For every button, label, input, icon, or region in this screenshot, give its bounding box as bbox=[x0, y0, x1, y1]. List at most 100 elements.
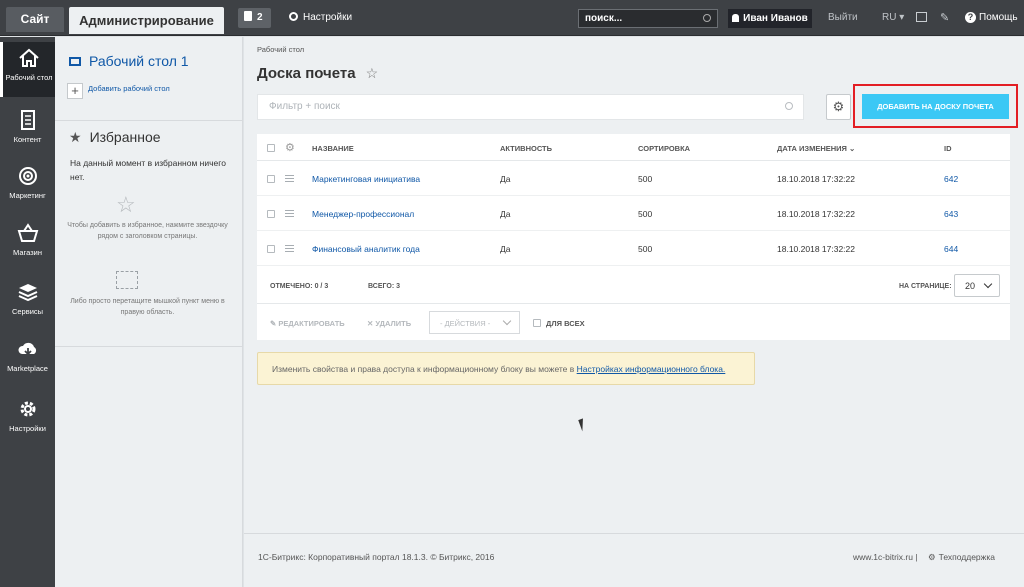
divider bbox=[55, 346, 243, 347]
favorite-star-icon[interactable]: ☆ bbox=[366, 65, 379, 81]
per-page-select[interactable]: 20 bbox=[954, 274, 1000, 297]
nav-item-settings[interactable]: Настройки bbox=[0, 399, 55, 433]
search-icon[interactable] bbox=[703, 14, 711, 22]
per-page-value: 20 bbox=[965, 281, 976, 291]
nav-item-shop[interactable]: Магазин bbox=[0, 223, 55, 257]
notifications-button[interactable]: 2 bbox=[238, 8, 271, 28]
help-link[interactable]: ? Помощь bbox=[965, 12, 1018, 23]
for-all-checkbox[interactable]: ДЛЯ ВСЕХ bbox=[533, 319, 585, 328]
user-name: Иван Иванов bbox=[743, 13, 808, 24]
favorites-hint-star: Чтобы добавить в избранное, нажмите звез… bbox=[67, 222, 228, 240]
total-label: ВСЕГО: bbox=[368, 283, 395, 290]
column-sort[interactable]: СОРТИРОВКА bbox=[638, 144, 690, 153]
row-checkbox[interactable] bbox=[267, 175, 275, 183]
tab-admin[interactable]: Администрирование bbox=[69, 7, 224, 34]
edit-label: РЕДАКТИРОВАТЬ bbox=[278, 319, 345, 328]
grid-settings-button[interactable]: ⚙ bbox=[826, 94, 851, 120]
page-title-text: Доска почета bbox=[257, 65, 356, 82]
row-menu-icon[interactable] bbox=[285, 245, 294, 252]
row-sort: 500 bbox=[638, 244, 653, 254]
monitor-icon bbox=[69, 57, 81, 66]
drag-icon bbox=[116, 271, 138, 289]
row-name[interactable]: Маркетинговая инициатива bbox=[312, 174, 420, 184]
row-checkbox[interactable] bbox=[267, 210, 275, 218]
row-id[interactable]: 644 bbox=[944, 244, 958, 254]
gear-icon[interactable]: ⚙ bbox=[285, 141, 295, 154]
nav-label-settings: Настройки bbox=[9, 424, 46, 433]
column-id[interactable]: ID bbox=[944, 144, 952, 153]
window-icon[interactable] bbox=[916, 12, 927, 22]
search-icon[interactable] bbox=[785, 102, 793, 110]
per-page-label: НА СТРАНИЦЕ: bbox=[899, 283, 952, 290]
top-bar: Сайт Администрирование 2 Настройки поиск… bbox=[0, 0, 1024, 36]
column-name[interactable]: НАЗВАНИЕ bbox=[312, 144, 354, 153]
add-to-board-button[interactable]: ДОБАВИТЬ НА ДОСКУ ПОЧЕТА bbox=[862, 94, 1009, 119]
actions-select[interactable]: - ДЕЙСТВИЯ - bbox=[429, 311, 520, 334]
workspace-title[interactable]: Рабочий стол 1 bbox=[69, 53, 189, 69]
gear-icon: ⚙ bbox=[928, 552, 936, 562]
marked-label: ОТМЕЧЕНО: bbox=[270, 283, 313, 290]
select-all-checkbox[interactable] bbox=[267, 144, 275, 152]
filter-search-input[interactable]: Фильтр + поиск bbox=[257, 94, 804, 120]
nav-item-services[interactable]: Сервисы bbox=[0, 282, 55, 316]
row-id[interactable]: 642 bbox=[944, 174, 958, 184]
pencil-icon: ✎ bbox=[270, 319, 277, 328]
checkbox[interactable] bbox=[533, 319, 541, 327]
top-settings-link[interactable]: Настройки bbox=[289, 12, 352, 23]
cloud-download-icon bbox=[17, 342, 36, 356]
logout-link[interactable]: Выйти bbox=[828, 12, 858, 23]
breadcrumb[interactable]: Рабочий стол bbox=[257, 45, 304, 54]
total-count: ВСЕГО: 3 bbox=[368, 283, 400, 290]
row-id[interactable]: 643 bbox=[944, 209, 958, 219]
support-link[interactable]: ⚙ Техподдержка bbox=[928, 552, 995, 563]
star-outline-icon: ☆ bbox=[116, 192, 136, 217]
delete-button[interactable]: ✕ УДАЛИТЬ bbox=[367, 319, 411, 328]
nav-item-desktop[interactable]: Рабочий стол bbox=[0, 42, 55, 97]
nav-item-content[interactable]: Контент bbox=[0, 110, 55, 144]
favorites-empty-text: На данный момент в избранном ничего нет. bbox=[70, 158, 226, 182]
row-modified: 18.10.2018 17:32:22 bbox=[777, 174, 855, 184]
nav-item-marketing[interactable]: Маркетинг bbox=[0, 166, 55, 200]
divider bbox=[55, 120, 243, 121]
layers-icon bbox=[18, 284, 37, 302]
document-icon bbox=[20, 110, 35, 130]
add-workspace-link[interactable]: + Добавить рабочий стол bbox=[67, 83, 170, 99]
tab-site[interactable]: Сайт bbox=[6, 7, 64, 32]
site-link[interactable]: www.1c-bitrix.ru | bbox=[853, 552, 918, 562]
top-search-input[interactable]: поиск... bbox=[578, 9, 718, 28]
pin-icon[interactable]: ✎ bbox=[940, 11, 949, 24]
main-content: Рабочий стол Доска почета ☆ Фильтр + поис… bbox=[244, 37, 1024, 587]
language-selector[interactable]: RU ▾ bbox=[882, 12, 904, 23]
nav-label-marketing: Маркетинг bbox=[9, 191, 46, 200]
row-sort: 500 bbox=[638, 209, 653, 219]
site-link-label: www.1c-bitrix.ru bbox=[853, 552, 913, 562]
iblock-settings-link[interactable]: Настройках информационного блока. bbox=[577, 364, 726, 374]
table-row[interactable]: Менеджер-профессионал Да 500 18.10.2018 … bbox=[257, 196, 1010, 231]
highlight-frame: ДОБАВИТЬ НА ДОСКУ ПОЧЕТА bbox=[853, 84, 1018, 128]
nav-label-desktop: Рабочий стол bbox=[5, 73, 53, 82]
favorites-hint-drag: Либо просто перетащите мышкой пункт меню… bbox=[70, 298, 225, 316]
table-row[interactable]: Маркетинговая инициатива Да 500 18.10.20… bbox=[257, 161, 1010, 196]
target-icon bbox=[18, 167, 37, 185]
row-menu-icon[interactable] bbox=[285, 175, 294, 182]
grid-footer: ОТМЕЧЕНО: 0 / 3 ВСЕГО: 3 НА СТРАНИЦЕ: 20 bbox=[257, 270, 1010, 304]
user-button[interactable]: Иван Иванов bbox=[728, 9, 812, 28]
row-menu-icon[interactable] bbox=[285, 210, 294, 217]
row-name[interactable]: Финансовый аналитик года bbox=[312, 244, 420, 254]
table-row[interactable]: Финансовый аналитик года Да 500 18.10.20… bbox=[257, 231, 1010, 266]
row-checkbox[interactable] bbox=[267, 245, 275, 253]
notice-text: Изменить свойства и права доступа к инфо… bbox=[272, 364, 577, 374]
column-active[interactable]: АКТИВНОСТЬ bbox=[500, 144, 552, 153]
row-active: Да bbox=[500, 174, 511, 184]
edit-button[interactable]: ✎ РЕДАКТИРОВАТЬ bbox=[270, 319, 345, 328]
nav-item-marketplace[interactable]: Marketplace bbox=[0, 339, 55, 373]
row-name[interactable]: Менеджер-профессионал bbox=[312, 209, 414, 219]
page-title: Доска почета ☆ bbox=[257, 65, 378, 82]
language-label: RU bbox=[882, 12, 897, 23]
copyright: 1С-Битрикс: Корпоративный портал 18.1.3.… bbox=[258, 552, 495, 562]
close-icon: ✕ bbox=[367, 319, 374, 328]
sidebar: Рабочий стол 1 + Добавить рабочий стол ★ И… bbox=[55, 37, 243, 587]
marked-count: ОТМЕЧЕНО: 0 / 3 bbox=[270, 283, 328, 290]
column-modified[interactable]: ДАТА ИЗМЕНЕНИЯ ⌄ bbox=[777, 144, 855, 153]
favorites-title: ★ Избранное bbox=[69, 129, 161, 146]
